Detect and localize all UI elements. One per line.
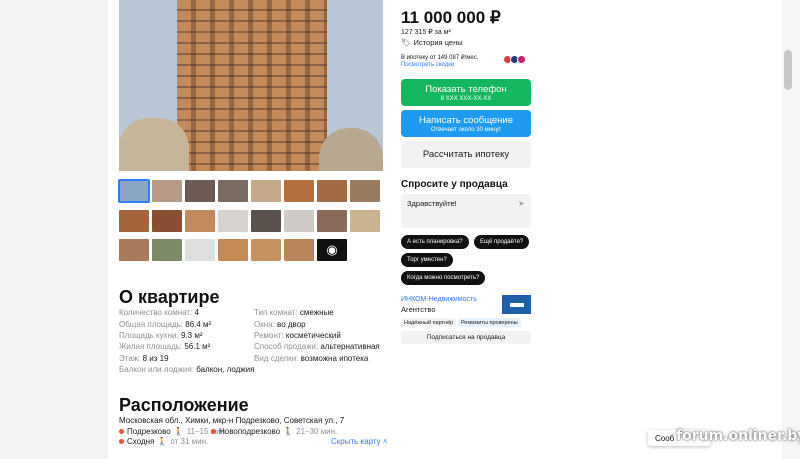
left-margin <box>0 0 108 459</box>
page: ◉ О квартире Количество комнат: 4 Общая … <box>0 0 800 459</box>
discounts-link[interactable]: Посмотреть скидки <box>401 62 454 68</box>
price: 11 000 000 ₽ <box>401 8 501 27</box>
agency-logo[interactable] <box>502 295 531 314</box>
prop-room-type: Тип комнат: смежные <box>254 308 334 317</box>
tree-image <box>319 128 383 171</box>
chevron-up-icon: ˄ <box>382 437 388 446</box>
thumbnail[interactable] <box>119 210 149 232</box>
walk-icon: 🚶 <box>173 427 184 436</box>
thumbnail[interactable] <box>218 180 248 202</box>
thumbnail[interactable] <box>251 239 281 261</box>
thumbnail[interactable] <box>118 179 150 203</box>
camera-icon: ◉ <box>326 242 338 257</box>
thumbnail[interactable] <box>284 180 314 202</box>
prop-kitchen-area: Площадь кухни: 9.3 м² <box>119 331 203 340</box>
thumbnail[interactable] <box>350 210 380 232</box>
station-item: Сходня 🚶 от 31 мин. <box>119 437 208 446</box>
thumbnail[interactable] <box>251 180 281 202</box>
send-icon[interactable]: ➤ <box>518 199 525 208</box>
thumbnail[interactable] <box>317 180 347 202</box>
quick-question-chip[interactable]: Торг уместен? <box>401 253 453 267</box>
show-phone-button[interactable]: Показать телефон 8 XXX XXX-XX-XX <box>401 79 531 106</box>
tag-icon: 🏷 <box>401 38 411 47</box>
price-history-link[interactable]: 🏷 История цены <box>401 38 463 47</box>
calc-mortgage-button[interactable]: Рассчитать ипотеку <box>401 141 531 168</box>
thumbnail[interactable] <box>119 239 149 261</box>
scrollbar-thumb[interactable] <box>784 50 792 90</box>
thumbnail[interactable] <box>317 210 347 232</box>
subscribe-seller-button[interactable]: Подписаться на продавца <box>401 331 531 344</box>
hide-map-link[interactable]: Скрыть карту ˄ <box>331 437 388 446</box>
bank-logos <box>503 55 526 64</box>
about-title: О квартире <box>119 287 220 307</box>
prop-deal-type: Вид сделки: возможна ипотека <box>254 354 369 363</box>
quick-question-chip[interactable]: Когда можно посмотреть? <box>401 271 486 285</box>
price-per-m2: 127 315 ₽ за м² <box>401 29 451 36</box>
prop-rooms: Количество комнат: 4 <box>119 308 199 317</box>
more-photos-button[interactable]: ◉ <box>317 239 347 261</box>
thumbnail[interactable] <box>284 239 314 261</box>
thumbnail[interactable] <box>185 239 215 261</box>
walk-icon: 🚶 <box>283 427 294 436</box>
message-input[interactable]: Здравствуйте! <box>401 194 531 228</box>
prop-sale-method: Способ продажи: альтернативная <box>254 342 380 351</box>
prop-windows: Окна: во двор <box>254 320 306 329</box>
thumbnail[interactable] <box>218 239 248 261</box>
watermark: forum.onliner.by <box>676 428 800 444</box>
thumbnail[interactable] <box>152 239 182 261</box>
prop-floor: Этаж: 8 из 19 <box>119 354 169 363</box>
mortgage-text: В ипотеку от 149 087 ₽/мес. <box>401 55 479 61</box>
building-image <box>177 0 327 171</box>
agency-type: Агентство <box>401 305 436 314</box>
station-dot-icon <box>211 429 216 434</box>
prop-repair: Ремонт: косметический <box>254 331 341 340</box>
prop-total-area: Общая площадь: 86.4 м² <box>119 320 212 329</box>
thumbnail[interactable] <box>284 210 314 232</box>
quick-question-chip[interactable]: А есть планировка? <box>401 235 469 249</box>
thumbnail[interactable] <box>152 210 182 232</box>
write-message-button[interactable]: Написать сообщение Отвечает около 30 мин… <box>401 110 531 137</box>
station-dot-icon <box>119 439 124 444</box>
bank-logo-icon <box>517 55 526 64</box>
thumbnail[interactable] <box>185 180 215 202</box>
thumbnail[interactable] <box>218 210 248 232</box>
prop-balcony: Балкон или лоджия: балкон, лоджия <box>119 365 255 374</box>
thumbnail[interactable] <box>185 210 215 232</box>
thumbnail[interactable] <box>152 180 182 202</box>
walk-icon: 🚶 <box>157 437 168 446</box>
thumbnail[interactable] <box>251 210 281 232</box>
location-title: Расположение <box>119 395 249 415</box>
agency-name-link[interactable]: ИНКОМ-Недвижимость <box>401 296 477 303</box>
trusted-partner-badge: Надёжный партнёр <box>401 318 457 327</box>
quick-question-chip[interactable]: Ещё продаёте? <box>474 235 530 249</box>
station-item: Новоподрезково 🚶 21–30 мин. <box>211 427 337 436</box>
ask-seller-title: Спросите у продавца <box>401 179 508 190</box>
thumbnail[interactable] <box>350 180 380 202</box>
tree-image <box>119 118 189 171</box>
address: Московская обл., Химки, мкр-н Подрезково… <box>119 416 345 425</box>
station-dot-icon <box>119 429 124 434</box>
verified-badge: Реквизиты проверены <box>458 318 521 327</box>
main-photo[interactable] <box>119 0 383 171</box>
prop-living-area: Жилая площадь: 56.1 м² <box>119 342 211 351</box>
